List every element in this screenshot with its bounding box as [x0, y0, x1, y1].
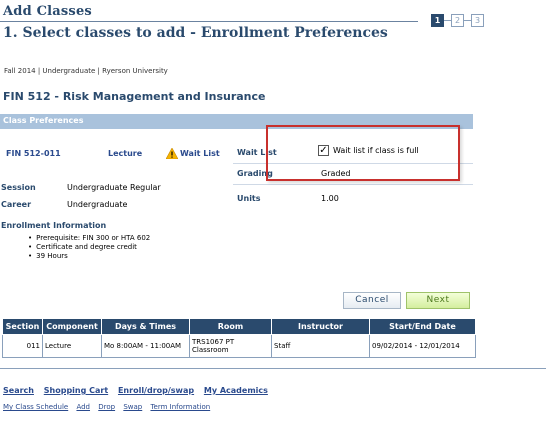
enrollment-info-list: Prerequisite: FIN 300 or HTA 602 Certifi… [28, 234, 150, 261]
cancel-button[interactable]: Cancel [343, 292, 401, 309]
step-1-indicator: 1 [431, 14, 444, 27]
primary-nav: Search Shopping Cart Enroll/drop/swap My… [3, 386, 275, 395]
footer-divider [0, 368, 546, 369]
class-table: Section Component Days & Times Room Inst… [2, 318, 476, 358]
step-title: 1. Select classes to add - Enrollment Pr… [3, 25, 388, 41]
nav-shopping-cart-link[interactable]: Shopping Cart [44, 386, 108, 395]
course-title: FIN 512 - Risk Management and Insurance [3, 90, 266, 103]
nav-my-class-schedule-link[interactable]: My Class Schedule [3, 403, 68, 411]
prefs-divider [233, 184, 473, 185]
header-divider [0, 21, 418, 22]
column-header-dates: Start/End Date [369, 318, 476, 335]
units-value: 1.00 [321, 194, 339, 203]
nav-search-link[interactable]: Search [3, 386, 34, 395]
cell-days-times: Mo 8:00AM - 11:00AM [101, 334, 190, 358]
nav-my-academics-link[interactable]: My Academics [204, 386, 268, 395]
career-value: Undergraduate [67, 200, 128, 209]
column-header-room: Room [189, 318, 272, 335]
nav-add-link[interactable]: Add [76, 403, 90, 411]
career-label: Career [1, 200, 32, 209]
cell-dates: 09/02/2014 - 12/01/2014 [369, 334, 476, 358]
column-header-section: Section [2, 318, 43, 335]
table-header-row: Section Component Days & Times Room Inst… [2, 318, 476, 335]
column-header-days-times: Days & Times [101, 318, 190, 335]
secondary-nav: My Class Schedule Add Drop Swap Term Inf… [3, 403, 216, 411]
cell-instructor: Staff [271, 334, 370, 358]
column-header-instructor: Instructor [271, 318, 370, 335]
warning-icon [166, 148, 178, 159]
class-preferences-title: Class Preferences [3, 116, 84, 125]
list-item: Prerequisite: FIN 300 or HTA 602 [28, 234, 150, 243]
nav-drop-link[interactable]: Drop [98, 403, 115, 411]
term-info: Fall 2014 | Undergraduate | Ryerson Univ… [4, 67, 168, 75]
nav-term-information-link[interactable]: Term Information [150, 403, 210, 411]
highlight-box [266, 125, 460, 181]
cell-room: TRS1067 PT Classroom [189, 334, 272, 358]
class-section-link[interactable]: FIN 512-011 [6, 149, 61, 158]
nav-swap-link[interactable]: Swap [123, 403, 142, 411]
cell-component: Lecture [42, 334, 102, 358]
step-2-indicator: 2 [451, 14, 464, 27]
list-item: Certificate and degree credit [28, 243, 150, 252]
cell-section: 011 [2, 334, 43, 358]
class-component: Lecture [108, 149, 143, 158]
page-title: Add Classes [3, 4, 92, 19]
column-header-component: Component [42, 318, 102, 335]
units-label: Units [237, 194, 261, 203]
nav-enroll-drop-swap-link[interactable]: Enroll/drop/swap [118, 386, 194, 395]
step-3-indicator: 3 [471, 14, 484, 27]
enrollment-info-heading: Enrollment Information [1, 221, 107, 230]
session-value: Undergraduate Regular [67, 183, 161, 192]
table-row: 011 Lecture Mo 8:00AM - 11:00AM TRS1067 … [2, 334, 476, 358]
next-button[interactable]: Next [406, 292, 470, 309]
list-item: 39 Hours [28, 252, 150, 261]
session-label: Session [1, 183, 36, 192]
wait-list-status: Wait List [180, 149, 220, 158]
step-connector [464, 20, 471, 21]
step-connector [444, 20, 451, 21]
